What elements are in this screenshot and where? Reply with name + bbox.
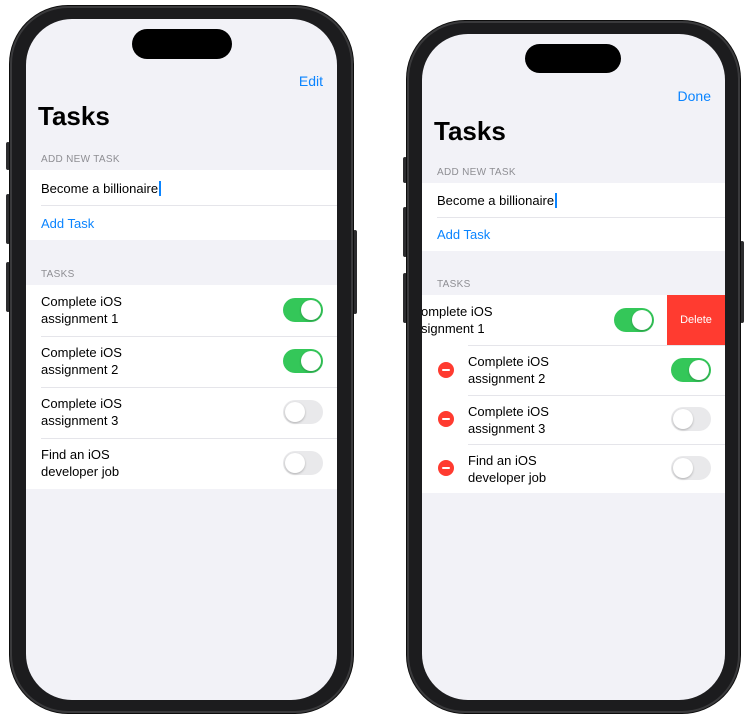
task-row[interactable]: Find an iOS developer job bbox=[26, 438, 337, 489]
text-cursor bbox=[555, 193, 557, 208]
page-title: Tasks bbox=[38, 101, 110, 131]
task-title: Complete iOS assignment 3 bbox=[468, 404, 549, 436]
task-done-toggle[interactable] bbox=[671, 407, 711, 431]
new-task-input[interactable]: Become a billionaire bbox=[41, 180, 161, 197]
task-row[interactable]: Find an iOS developer job bbox=[422, 444, 725, 493]
toggle-knob bbox=[673, 409, 693, 429]
task-title: Find an iOS developer job bbox=[41, 447, 120, 479]
text-cursor bbox=[159, 181, 161, 196]
right-phone: Done Tasks ADD NEW TASK Become a billion… bbox=[403, 21, 744, 713]
new-task-input[interactable]: Become a billionaire bbox=[437, 192, 557, 209]
task-row[interactable]: Complete iOS assignment 1 bbox=[26, 285, 337, 336]
tasks-group: omplete iOS signment 1 Delete Complete i… bbox=[422, 295, 725, 493]
new-task-field[interactable]: Become a billionaire bbox=[26, 170, 337, 205]
toggle-knob bbox=[285, 402, 305, 422]
task-title: Find an iOS developer job bbox=[468, 453, 547, 485]
add-new-task-header: ADD NEW TASK bbox=[437, 167, 516, 178]
toggle-knob bbox=[673, 458, 693, 478]
task-done-toggle[interactable] bbox=[671, 456, 711, 480]
add-task-button[interactable]: Add Task bbox=[41, 215, 94, 232]
edit-button[interactable]: Edit bbox=[299, 73, 323, 89]
task-done-toggle[interactable] bbox=[283, 400, 323, 424]
toggle-knob bbox=[301, 351, 321, 371]
add-task-row[interactable]: Add Task bbox=[422, 218, 725, 251]
new-task-field[interactable]: Become a billionaire bbox=[422, 183, 725, 217]
task-done-toggle[interactable] bbox=[614, 308, 654, 332]
task-title: Complete iOS assignment 2 bbox=[468, 354, 549, 386]
toggle-knob bbox=[689, 360, 709, 380]
tasks-header: TASKS bbox=[437, 279, 471, 290]
toggle-knob bbox=[632, 310, 652, 330]
power-button bbox=[353, 230, 357, 314]
done-button[interactable]: Done bbox=[678, 88, 711, 104]
toggle-knob bbox=[301, 300, 321, 320]
task-done-toggle[interactable] bbox=[283, 349, 323, 373]
add-new-task-header: ADD NEW TASK bbox=[41, 154, 120, 165]
task-done-toggle[interactable] bbox=[283, 451, 323, 475]
task-row-swiped[interactable]: omplete iOS signment 1 Delete bbox=[422, 295, 725, 345]
toggle-knob bbox=[285, 453, 305, 473]
delete-circle-icon[interactable] bbox=[438, 460, 454, 476]
add-task-button[interactable]: Add Task bbox=[437, 226, 490, 243]
delete-circle-icon[interactable] bbox=[438, 362, 454, 378]
page-title: Tasks bbox=[434, 116, 506, 146]
left-phone: Edit Tasks ADD NEW TASK Become a billion… bbox=[6, 6, 357, 713]
power-button bbox=[740, 241, 744, 323]
add-task-row[interactable]: Add Task bbox=[26, 206, 337, 240]
task-row[interactable]: Complete iOS assignment 3 bbox=[422, 395, 725, 444]
dynamic-island bbox=[132, 29, 232, 59]
dynamic-island bbox=[525, 44, 621, 73]
task-title: Complete iOS assignment 2 bbox=[41, 345, 122, 377]
task-done-toggle[interactable] bbox=[283, 298, 323, 322]
delete-button[interactable]: Delete bbox=[667, 295, 725, 345]
task-title: Complete iOS assignment 3 bbox=[41, 396, 122, 428]
tasks-header: TASKS bbox=[41, 269, 75, 280]
tasks-group: Complete iOS assignment 1 Complete iOS a… bbox=[26, 285, 337, 489]
task-row[interactable]: Complete iOS assignment 2 bbox=[422, 345, 725, 395]
task-title: omplete iOS signment 1 bbox=[422, 304, 493, 336]
left-screen: Edit Tasks ADD NEW TASK Become a billion… bbox=[26, 19, 337, 700]
task-row[interactable]: Complete iOS assignment 3 bbox=[26, 387, 337, 438]
task-title: Complete iOS assignment 1 bbox=[41, 294, 122, 326]
delete-circle-icon[interactable] bbox=[438, 411, 454, 427]
task-row[interactable]: Complete iOS assignment 2 bbox=[26, 336, 337, 387]
right-screen: Done Tasks ADD NEW TASK Become a billion… bbox=[422, 34, 725, 700]
task-done-toggle[interactable] bbox=[671, 358, 711, 382]
add-task-group: Become a billionaire Add Task bbox=[26, 170, 337, 240]
add-task-group: Become a billionaire Add Task bbox=[422, 183, 725, 251]
